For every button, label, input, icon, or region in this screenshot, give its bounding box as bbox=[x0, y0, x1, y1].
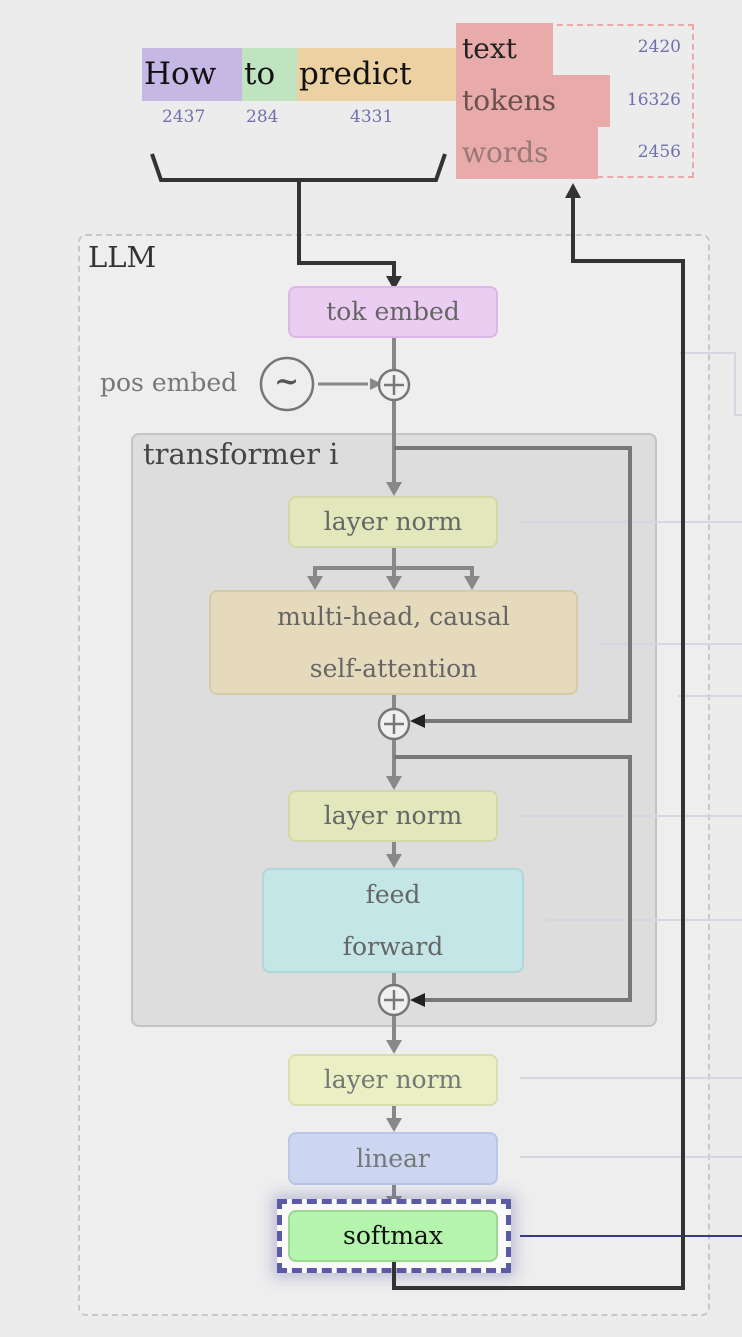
input-token-text: predict bbox=[299, 56, 412, 92]
output-candidate-text[interactable]: text bbox=[456, 23, 553, 75]
output-candidate-words[interactable]: words bbox=[456, 127, 598, 179]
linear-block[interactable]: linear bbox=[288, 1132, 498, 1185]
softmax-block[interactable]: softmax bbox=[288, 1210, 498, 1262]
block-label-line1: multi-head, causal bbox=[277, 601, 510, 631]
candidate-label: words bbox=[462, 136, 549, 169]
block-label: layer norm bbox=[323, 1065, 463, 1094]
input-token-to[interactable]: to bbox=[242, 48, 297, 101]
candidate-label: tokens bbox=[462, 84, 557, 117]
pos-embed-symbol: ~ bbox=[274, 364, 300, 399]
input-bracket bbox=[150, 153, 447, 182]
block-label: softmax bbox=[343, 1221, 443, 1250]
attention-block[interactable]: multi-head, causal self-attention bbox=[209, 590, 578, 695]
candidate-id: 2420 bbox=[637, 37, 681, 57]
layer-norm-1-block[interactable]: layer norm bbox=[288, 496, 498, 548]
pos-embed-label: pos embed bbox=[100, 368, 238, 397]
input-token-predict[interactable]: predict bbox=[297, 48, 457, 101]
input-token-how[interactable]: How bbox=[142, 48, 242, 101]
llm-label: LLM bbox=[88, 240, 157, 274]
block-label: layer norm bbox=[323, 801, 463, 830]
candidate-id: 16326 bbox=[626, 90, 681, 110]
token-id: 4331 bbox=[350, 107, 394, 127]
block-label: tok embed bbox=[326, 297, 460, 326]
token-id: 2437 bbox=[162, 107, 206, 127]
arrow-head-icon bbox=[565, 183, 581, 198]
block-label-line2: self-attention bbox=[309, 653, 478, 683]
block-label: layer norm bbox=[323, 507, 463, 536]
candidate-label: text bbox=[462, 32, 517, 65]
block-label-line2: forward bbox=[342, 931, 444, 961]
transformer-label: transformer i bbox=[143, 437, 339, 471]
final-layer-norm-block[interactable]: layer norm bbox=[288, 1054, 498, 1106]
input-token-text: How bbox=[144, 56, 217, 92]
candidate-id: 2456 bbox=[637, 142, 681, 162]
token-id: 284 bbox=[246, 107, 279, 127]
layer-norm-2-block[interactable]: layer norm bbox=[288, 790, 498, 842]
input-token-text: to bbox=[244, 56, 276, 92]
block-label: linear bbox=[356, 1143, 430, 1173]
feed-forward-block[interactable]: feed forward bbox=[262, 868, 524, 973]
output-candidate-tokens[interactable]: tokens bbox=[456, 75, 610, 127]
tok-embed-block[interactable]: tok embed bbox=[288, 286, 498, 338]
block-label-line1: feed bbox=[365, 879, 421, 909]
